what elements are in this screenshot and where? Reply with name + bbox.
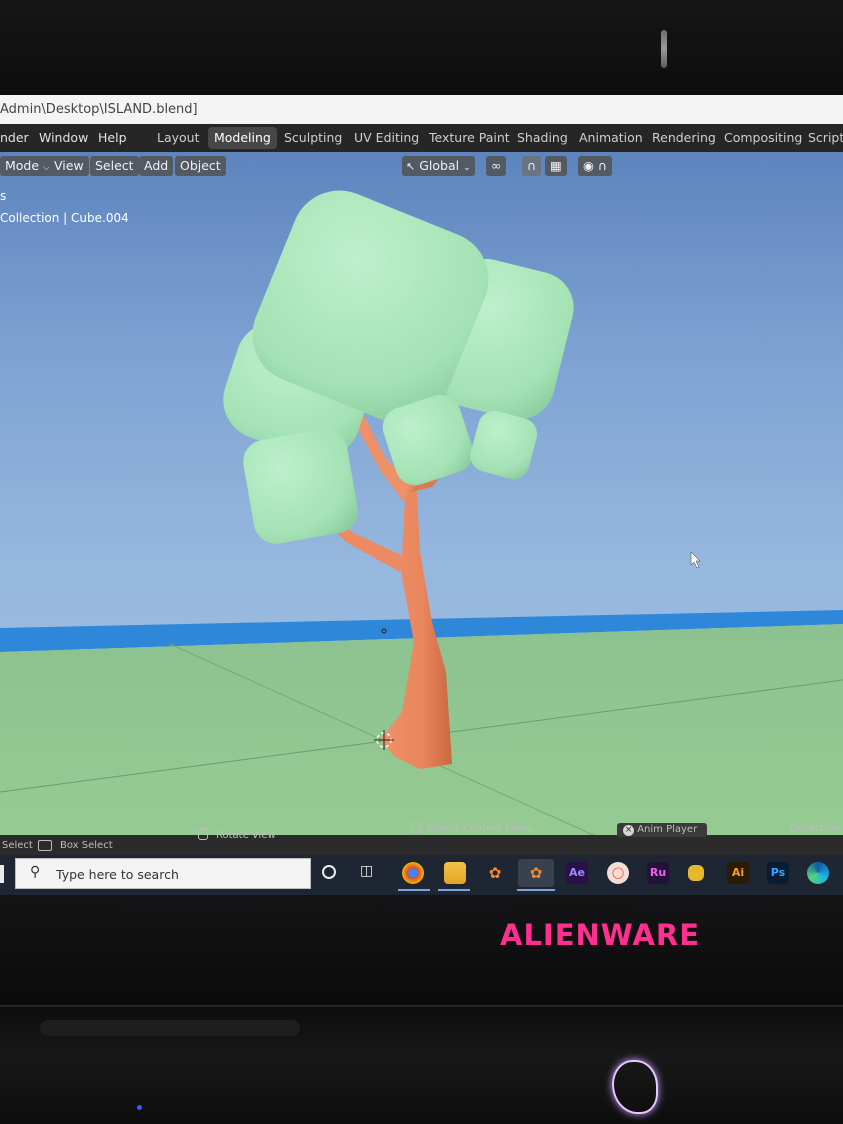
chevron-down-icon: ⌄ (463, 163, 471, 173)
tab-scripting[interactable]: Scriptin (802, 127, 843, 149)
active-indicator (398, 889, 430, 891)
laptop-screen: Admin\Desktop\ISLAND.blend] nder Window … (0, 95, 843, 895)
tab-uv-editing[interactable]: UV Editing (348, 127, 425, 149)
monitor-top-bezel (0, 0, 843, 95)
link-icon: ∞ (491, 158, 502, 173)
tab-texture-paint[interactable]: Texture Paint (423, 127, 516, 149)
snap-toggle[interactable]: ∩ (522, 156, 542, 176)
search-placeholder: Type here to search (56, 867, 179, 882)
anim-player-indicator[interactable]: × Anim Player (617, 823, 708, 837)
taskbar-search-box[interactable]: ⚲ Type here to search (15, 858, 311, 889)
orientation-icon: ↖ (406, 160, 416, 173)
blender-icon[interactable]: ✿ (484, 862, 506, 884)
foliage-block (243, 429, 358, 544)
tab-compositing[interactable]: Compositing (718, 127, 808, 149)
mouse-icon (198, 828, 208, 840)
status-collection: Collection | C (790, 823, 843, 834)
foliage-block (470, 410, 538, 480)
falloff-icon: ∩ (597, 158, 608, 173)
puzzle-app-icon[interactable] (688, 865, 704, 881)
tab-shading[interactable]: Shading (511, 127, 574, 149)
active-indicator (438, 889, 470, 891)
tab-rendering[interactable]: Rendering (646, 127, 722, 149)
cortana-icon[interactable] (322, 865, 336, 879)
illustrator-icon[interactable]: Ai (727, 862, 749, 884)
laptop-bottom-bezel (0, 895, 843, 1124)
window-title: Admin\Desktop\ISLAND.blend] (0, 102, 198, 117)
anim-player-label: Anim Player (637, 824, 698, 835)
mouse-pointer-icon (690, 551, 701, 569)
top-menu-bar: nder Window Help Layout Modeling Sculpti… (0, 124, 843, 152)
status-rotate-view: Rotate View (216, 830, 276, 841)
snap-target-icon: ▦ (550, 158, 562, 173)
windows-taskbar: ⚲ Type here to search ◫ ✿ ✿ Ae ◯ Ru Ai P… (0, 855, 843, 895)
transform-orientation-dropdown[interactable]: ↖ Global ⌄ (402, 156, 475, 176)
select-menu[interactable]: Select (90, 156, 139, 176)
pivot-dropdown[interactable]: ∞ (486, 156, 507, 176)
tab-sculpting[interactable]: Sculpting (278, 127, 348, 149)
tab-layout[interactable]: Layout (151, 127, 206, 149)
status-led (137, 1105, 142, 1110)
status-context-menu: Object Context Menu (427, 823, 533, 834)
viewport-info-collection: Collection | Cube.004 (0, 211, 129, 225)
task-view-icon[interactable]: ◫ (360, 863, 373, 879)
window-title-bar: Admin\Desktop\ISLAND.blend] (0, 95, 843, 125)
start-button[interactable] (0, 865, 4, 883)
edge-icon[interactable] (807, 862, 829, 884)
app-circle-icon[interactable]: ◯ (607, 862, 629, 884)
tab-modeling[interactable]: Modeling (208, 127, 277, 149)
menu-render[interactable]: nder (0, 130, 29, 145)
brand-logo: ALIENWARE (500, 918, 701, 952)
transform-orientation-label: Global (419, 158, 460, 173)
file-explorer-icon[interactable] (444, 862, 466, 884)
proportional-edit-icon: ◉ (583, 158, 594, 173)
menu-help[interactable]: Help (98, 130, 127, 145)
hinge-line (0, 1005, 843, 1007)
webcam (661, 30, 667, 68)
photoshop-icon[interactable]: Ps (767, 862, 789, 884)
mouse-icon (38, 840, 52, 851)
status-bar: Select Box Select Rotate View Object Con… (0, 821, 843, 855)
alienware-power-logo[interactable] (612, 1060, 658, 1114)
search-icon: ⚲ (30, 864, 41, 880)
object-menu[interactable]: Object (175, 156, 226, 176)
chrome-icon[interactable] (402, 862, 424, 884)
mouse-icon (411, 821, 421, 833)
close-icon[interactable]: × (623, 825, 634, 836)
hinge-vent (40, 1020, 300, 1036)
mode-label: Mode (5, 158, 40, 173)
snap-target-dropdown[interactable]: ▦ (545, 156, 567, 176)
scene-render (0, 190, 843, 838)
active-indicator (517, 889, 555, 891)
mode-dropdown[interactable]: Mode ⌵ (0, 156, 55, 176)
status-select: Select (2, 840, 33, 851)
premiere-rush-icon[interactable]: Ru (647, 862, 669, 884)
status-box-select: Box Select (60, 840, 113, 851)
menu-window[interactable]: Window (39, 130, 88, 145)
tab-animation[interactable]: Animation (573, 127, 649, 149)
viewport-info-line1: s (0, 189, 7, 203)
magnet-icon: ∩ (527, 158, 537, 173)
add-menu[interactable]: Add (139, 156, 174, 176)
blender-active-icon[interactable]: ✿ (518, 859, 554, 887)
view-menu[interactable]: View (49, 156, 89, 176)
after-effects-icon[interactable]: Ae (566, 862, 588, 884)
3d-viewport[interactable]: Mode ⌵ View Select Add Object ↖ Global ⌄… (0, 152, 843, 838)
proportional-edit-toggle[interactable]: ◉ ∩ (578, 156, 613, 176)
